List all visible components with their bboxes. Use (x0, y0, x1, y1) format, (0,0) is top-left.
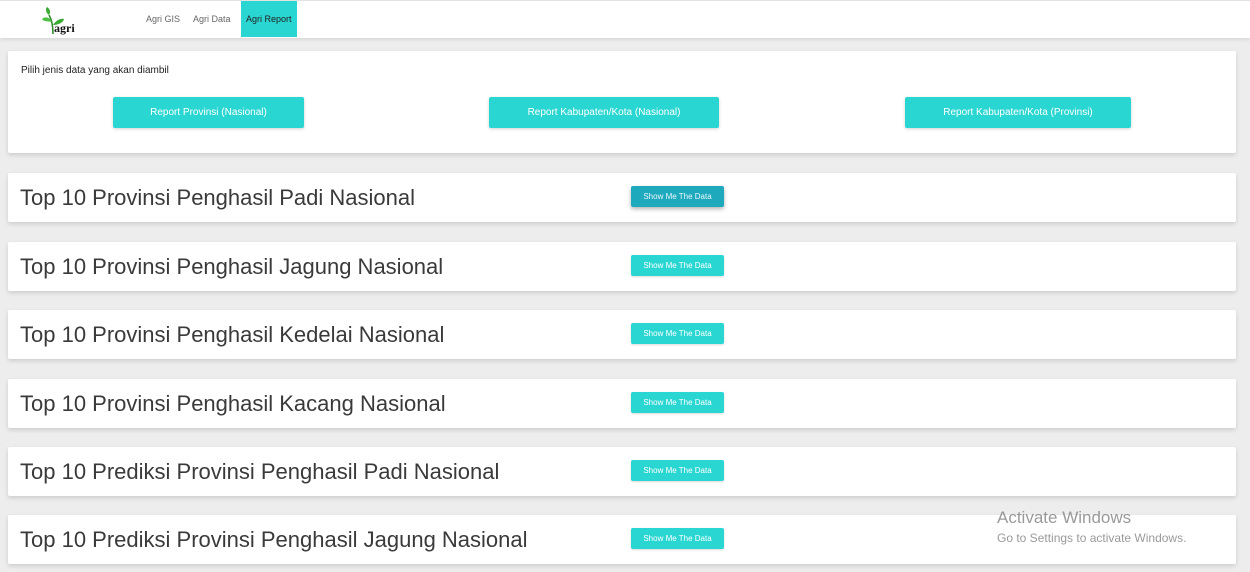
card-title: Top 10 Prediksi Provinsi Penghasil Jagun… (20, 527, 528, 552)
card-title: Top 10 Prediksi Provinsi Penghasil Padi … (20, 459, 500, 484)
card-title: Top 10 Provinsi Penghasil Kedelai Nasion… (20, 322, 445, 347)
card-top10-padi: Top 10 Provinsi Penghasil Padi Nasional … (8, 173, 1236, 222)
show-data-button[interactable]: Show Me The Data (631, 186, 724, 207)
nav-item-agri-report[interactable]: Agri Report (241, 1, 297, 37)
card-title: Top 10 Provinsi Penghasil Jagung Nasiona… (20, 254, 444, 279)
report-provinsi-nasional-button[interactable]: Report Provinsi (Nasional) (113, 97, 304, 128)
show-data-button[interactable]: Show Me The Data (631, 323, 724, 344)
report-kabupaten-nasional-button[interactable]: Report Kabupaten/Kota (Nasional) (489, 97, 719, 128)
agri-logo[interactable]: agri (40, 6, 84, 36)
card-prediksi-jagung: Top 10 Prediksi Provinsi Penghasil Jagun… (8, 515, 1236, 564)
nav-item-agri-gis[interactable]: Agri GIS (141, 1, 185, 37)
card-title: Top 10 Provinsi Penghasil Kacang Nasiona… (20, 391, 446, 416)
card-top10-jagung: Top 10 Provinsi Penghasil Jagung Nasiona… (8, 242, 1236, 291)
report-type-panel: Pilih jenis data yang akan diambil Repor… (8, 51, 1236, 153)
report-type-label: Pilih jenis data yang akan diambil (21, 65, 169, 76)
nav-item-agri-data[interactable]: Agri Data (188, 1, 236, 37)
logo-text: agri (54, 21, 75, 35)
card-top10-kedelai: Top 10 Provinsi Penghasil Kedelai Nasion… (8, 310, 1236, 359)
report-kabupaten-provinsi-button[interactable]: Report Kabupaten/Kota (Provinsi) (905, 97, 1131, 128)
show-data-button[interactable]: Show Me The Data (631, 392, 724, 413)
show-data-button[interactable]: Show Me The Data (631, 255, 724, 276)
show-data-button[interactable]: Show Me The Data (631, 460, 724, 481)
card-title: Top 10 Provinsi Penghasil Padi Nasional (20, 185, 416, 210)
card-prediksi-padi: Top 10 Prediksi Provinsi Penghasil Padi … (8, 447, 1236, 496)
top-navbar: agri Agri GIS Agri Data Agri Report (0, 0, 1250, 38)
show-data-button[interactable]: Show Me The Data (631, 528, 724, 549)
card-top10-kacang: Top 10 Provinsi Penghasil Kacang Nasiona… (8, 379, 1236, 428)
